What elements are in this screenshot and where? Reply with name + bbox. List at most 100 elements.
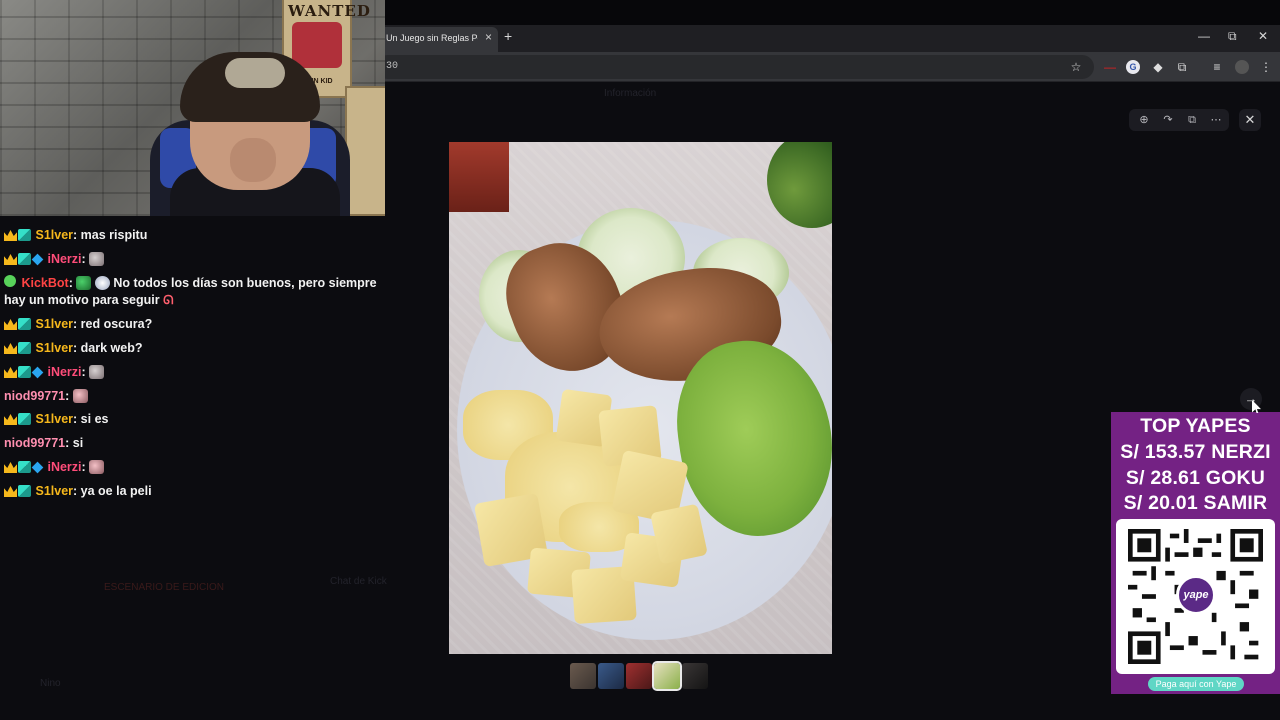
thumbnail-active[interactable] xyxy=(652,661,682,691)
chat-username[interactable]: iNerzi xyxy=(47,460,81,474)
emote-icon xyxy=(72,389,88,403)
chat-username[interactable]: S1lver xyxy=(35,484,73,498)
thumbnail[interactable] xyxy=(570,663,596,689)
thumbnail[interactable] xyxy=(626,663,652,689)
crown-badge-icon xyxy=(4,254,17,265)
subscriber-badge-icon xyxy=(18,461,31,473)
chat-username[interactable]: S1lver xyxy=(35,412,73,426)
address-text: 30 xyxy=(386,61,399,72)
subscriber-badge-icon xyxy=(18,229,31,241)
bot-badge-icon xyxy=(4,275,16,287)
yape-logo: yape xyxy=(1176,575,1216,615)
crown-badge-icon xyxy=(4,367,17,378)
chat-username[interactable]: S1lver xyxy=(35,341,73,355)
chat-text: red oscura? xyxy=(80,317,153,331)
zoom-icon[interactable]: ⊕ xyxy=(1137,113,1151,127)
subscriber-badge-icon xyxy=(18,342,31,354)
crown-badge-icon xyxy=(4,343,17,354)
extensions-puzzle-icon[interactable]: ⧉ xyxy=(1175,60,1189,74)
chat-message: KickBot: No todos los días son buenos, p… xyxy=(4,275,377,307)
crown-badge-icon xyxy=(4,319,17,330)
wanted-poster-2 xyxy=(345,86,385,216)
new-tab-button[interactable]: + xyxy=(504,28,512,44)
chat-username[interactable]: S1lver xyxy=(35,228,73,242)
crown-badge-icon xyxy=(4,462,17,473)
subscriber-badge-icon xyxy=(18,318,31,330)
under-chat-label: Chat de Kick xyxy=(330,576,387,587)
chat-username[interactable]: KickBot xyxy=(21,276,68,290)
more-icon[interactable]: ⋯ xyxy=(1209,113,1223,127)
window-close-icon[interactable]: ✕ xyxy=(1258,29,1268,43)
chat-message: S1lver: mas rispitu xyxy=(4,227,147,246)
chat-text: si es xyxy=(80,412,109,426)
food-photo xyxy=(449,142,832,654)
photo-chair-corner xyxy=(449,142,509,212)
chat-text: si xyxy=(72,436,84,450)
chat-username[interactable]: iNerzi xyxy=(47,365,81,379)
under-header-label: Información xyxy=(604,88,657,99)
chat-username[interactable]: iNerzi xyxy=(47,252,81,266)
chat-message: S1lver: dark web? xyxy=(4,340,143,359)
browser-menu-icon[interactable]: ⋮ xyxy=(1259,60,1273,74)
thumbnail[interactable] xyxy=(682,663,708,689)
viewer-next-arrow-icon[interactable]: → xyxy=(1240,388,1262,410)
bookmark-star-icon[interactable]: ☆ xyxy=(1069,60,1083,74)
emote-icon xyxy=(89,365,105,379)
viewer-close-icon[interactable]: ✕ xyxy=(1239,109,1261,131)
open-external-icon[interactable]: ⧉ xyxy=(1185,113,1199,127)
chat-message: niod99771: xyxy=(4,388,88,405)
minimize-icon[interactable]: — xyxy=(1198,29,1210,43)
emote-icon xyxy=(89,252,105,266)
chat-text: ya oe la peli xyxy=(80,484,152,498)
translate-extension-icon[interactable]: G xyxy=(1126,60,1140,74)
media-control-icon[interactable]: ≡ xyxy=(1210,60,1224,74)
maximize-icon[interactable]: ⧉ xyxy=(1228,29,1237,44)
tab-title: Un Juego sin Reglas Peli xyxy=(386,33,478,43)
yape-donation-panel: TOP YAPES S/ 153.57 NERZI S/ 28.61 GOKU … xyxy=(1111,412,1280,694)
chat-message: S1lver: si es xyxy=(4,411,108,430)
address-bar[interactable]: 30 xyxy=(376,55,1094,79)
chat-message: iNerzi: xyxy=(4,251,105,270)
chat-message: iNerzi: xyxy=(4,459,105,478)
chat-username[interactable]: S1lver xyxy=(35,317,73,331)
photo-avocado-corner xyxy=(767,142,832,228)
chat-text: dark web? xyxy=(80,341,143,355)
screen: Información Chat de Kick Nino ESCENARIO … xyxy=(0,0,1280,720)
streamer-hair-highlight xyxy=(225,58,285,88)
subscriber-badge-icon xyxy=(18,485,31,497)
yape-pay-button[interactable]: Paga aquí con Yape xyxy=(1148,677,1244,691)
chat-username[interactable]: niod99771 xyxy=(4,436,65,450)
crown-badge-icon xyxy=(4,486,17,497)
browser-tab[interactable]: Un Juego sin Reglas Peli × xyxy=(376,27,498,52)
under-mod-button: ESCENARIO DE EDICION xyxy=(104,582,225,593)
chat-message: S1lver: red oscura? xyxy=(4,316,152,335)
extension-red-icon[interactable]: — xyxy=(1103,60,1117,74)
ribbon-emote-icon: ᘏ xyxy=(163,293,174,307)
tab-close-icon[interactable]: × xyxy=(485,30,492,44)
yape-donor-line: S/ 153.57 NERZI xyxy=(1120,441,1271,463)
sprout-emote-icon xyxy=(76,276,92,290)
streamer-hand xyxy=(230,138,276,182)
crown-badge-icon xyxy=(4,230,17,241)
cloud-emote-icon xyxy=(94,276,110,290)
gem-badge-icon xyxy=(31,253,44,266)
chat-username[interactable]: niod99771 xyxy=(4,389,65,403)
yape-qr-code: yape xyxy=(1116,519,1275,674)
crown-badge-icon xyxy=(4,414,17,425)
chat-message: iNerzi: xyxy=(4,364,105,383)
chat-message: S1lver: ya oe la peli xyxy=(4,483,152,502)
subscriber-badge-icon xyxy=(18,366,31,378)
profile-avatar-icon[interactable] xyxy=(1235,60,1249,74)
wanted-poster-title: WANTED xyxy=(288,2,371,20)
yape-title: TOP YAPES xyxy=(1140,415,1251,437)
chat-overlay: S1lver: mas rispitu iNerzi: KickBot: No … xyxy=(0,216,385,506)
under-user-label: Nino xyxy=(40,678,61,689)
extension-diamond-icon[interactable]: ◆ xyxy=(1151,60,1165,74)
yape-donor-line: S/ 28.61 GOKU xyxy=(1125,467,1266,489)
subscriber-badge-icon xyxy=(18,253,31,265)
thumbnail[interactable] xyxy=(598,663,624,689)
rotate-icon[interactable]: ↷ xyxy=(1161,113,1175,127)
subscriber-badge-icon xyxy=(18,413,31,425)
chat-text: mas rispitu xyxy=(80,228,148,242)
yape-donor-line: S/ 20.01 SAMIR xyxy=(1123,492,1268,514)
